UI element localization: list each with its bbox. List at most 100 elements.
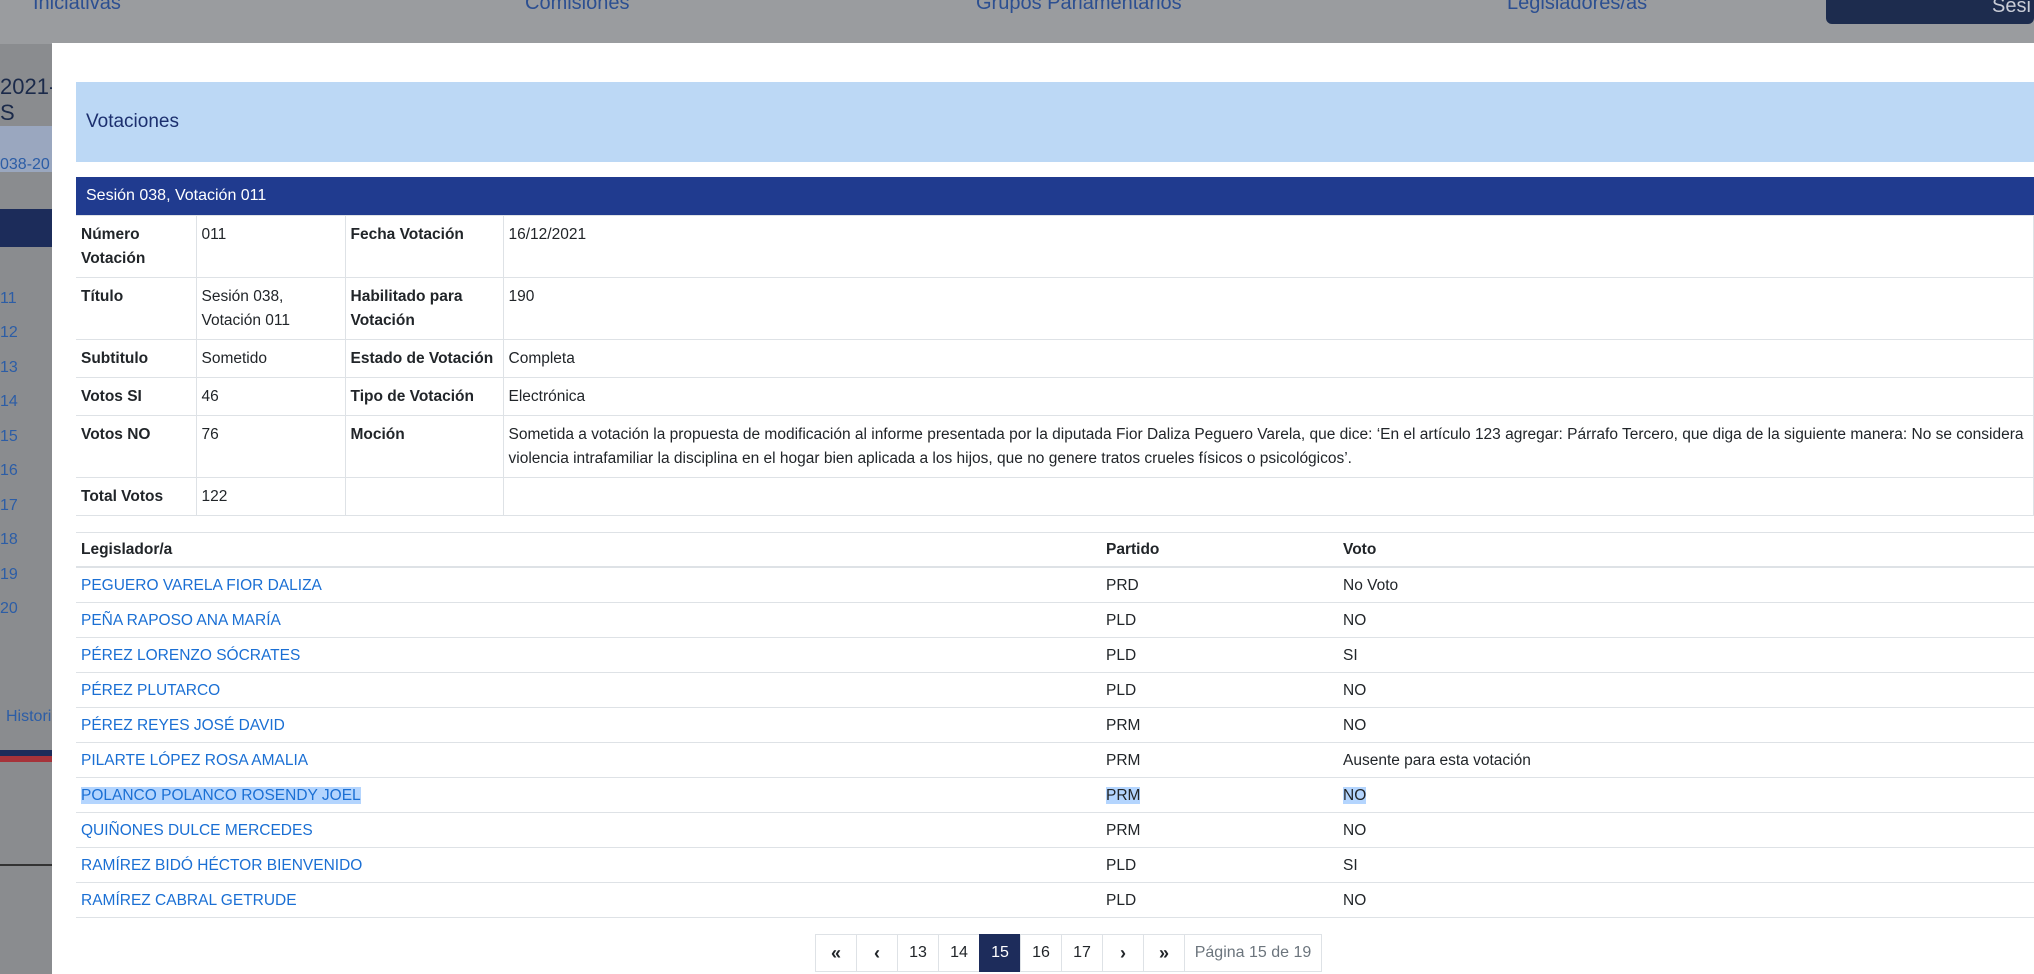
last-page-button[interactable]: » <box>1143 934 1185 972</box>
party-cell: PRD <box>1101 567 1338 603</box>
page-info: Página 15 de 19 <box>1184 934 1322 972</box>
next-page-button[interactable]: › <box>1102 934 1144 972</box>
legislator-link[interactable]: RAMÍREZ CABRAL GETRUDE <box>81 892 297 909</box>
double-chevron-right-icon: » <box>1158 942 1169 963</box>
table-row: PÉREZ LORENZO SÓCRATES PLD SI <box>76 637 2034 673</box>
first-page-button[interactable]: « <box>815 934 857 972</box>
pagination: « ‹ 13 14 15 16 17 › » Página 15 de 19 <box>815 934 1322 972</box>
chevron-left-icon: ‹ <box>874 942 880 963</box>
legislator-link[interactable]: PEGUERO VARELA FIOR DALIZA <box>81 577 322 594</box>
vote-cell: NO <box>1338 812 2034 848</box>
background-dark-band <box>0 209 52 247</box>
background-divider-red <box>0 756 52 762</box>
chevron-right-icon: › <box>1120 942 1126 963</box>
table-row: PILARTE LÓPEZ ROSA AMALIA PRM Ausente pa… <box>76 742 2034 778</box>
column-header-partido: Partido <box>1101 532 1338 568</box>
table-row: QUIÑONES DULCE MERCEDES PRM NO <box>76 812 2034 848</box>
estado-value: Completa <box>502 339 2034 378</box>
background-number: 17 <box>0 497 18 514</box>
page-button[interactable]: 14 <box>938 934 980 972</box>
session-title-bar: Sesión 038, Votación 011 <box>76 177 2034 215</box>
page-button[interactable]: 17 <box>1061 934 1103 972</box>
column-header-legislador: Legislador/a <box>76 532 1101 568</box>
background-number: 15 <box>0 428 18 445</box>
background-number: 13 <box>0 359 18 376</box>
previous-page-button[interactable]: ‹ <box>856 934 898 972</box>
party-cell: PLD <box>1101 602 1338 638</box>
party-cell: PRM <box>1106 787 1141 804</box>
nav-sesiones-button: Sesi <box>1826 0 2034 24</box>
table-row: POLANCO POLANCO ROSENDY JOEL PRM NO <box>76 777 2034 813</box>
background-left-panel: 2021-S 038-20 11 12 13 14 15 16 17 18 19… <box>0 44 56 974</box>
info-row: Votos SI 46 Tipo de Votación Electrónica <box>76 377 2034 416</box>
legislator-link[interactable]: PEÑA RAPOSO ANA MARÍA <box>81 612 281 629</box>
page-button[interactable]: 16 <box>1020 934 1062 972</box>
page-button[interactable]: 13 <box>897 934 939 972</box>
party-cell: PLD <box>1101 847 1338 883</box>
vote-cell: NO <box>1338 672 2034 708</box>
table-row: RAMÍREZ CABRAL GETRUDE PLD NO <box>76 882 2034 918</box>
nav-comisiones: Comisiones <box>525 0 630 14</box>
votos-si-value: 46 <box>195 377 346 416</box>
page-button-active[interactable]: 15 <box>979 934 1021 972</box>
double-chevron-left-icon: « <box>830 942 841 963</box>
votos-no-label: Votos NO <box>76 415 197 478</box>
info-row: Título Sesión 038, Votación 011 Habilita… <box>76 277 2034 340</box>
numero-label: Número Votación <box>76 215 197 278</box>
fecha-value: 16/12/2021 <box>502 215 2034 278</box>
vote-cell: NO <box>1343 787 1367 804</box>
legislator-link[interactable]: POLANCO POLANCO ROSENDY JOEL <box>81 787 361 804</box>
background-top-nav: Iniciativas Comisiones Grupos Parlamenta… <box>0 0 2034 44</box>
party-cell: PRM <box>1101 707 1338 743</box>
info-row: Votos NO 76 Moción Sometida a votación l… <box>76 415 2034 478</box>
table-row: RAMÍREZ BIDÓ HÉCTOR BIENVENIDO PLD SI <box>76 847 2034 883</box>
vote-cell: NO <box>1338 882 2034 918</box>
nav-grupos-parlamentarios: Grupos Parlamentarios <box>976 0 1182 14</box>
vote-cell: SI <box>1338 637 2034 673</box>
background-line <box>0 864 52 866</box>
legislator-link[interactable]: PÉREZ LORENZO SÓCRATES <box>81 647 300 664</box>
table-row: PÉREZ PLUTARCO PLD NO <box>76 672 2034 708</box>
total-label: Total Votos <box>76 477 197 516</box>
legislator-link[interactable]: QUIÑONES DULCE MERCEDES <box>81 822 313 839</box>
subtitulo-value: Sometido <box>195 339 346 378</box>
party-cell: PLD <box>1101 672 1338 708</box>
habilitado-label: Habilitado para Votación <box>344 277 504 340</box>
background-number: 12 <box>0 324 18 341</box>
background-session-link: 038-20 <box>0 156 50 173</box>
background-number: 16 <box>0 462 18 479</box>
subtitulo-label: Subtitulo <box>76 339 197 378</box>
background-number: 18 <box>0 531 18 548</box>
estado-label: Estado de Votación <box>344 339 504 378</box>
titulo-value: Sesión 038, Votación 011 <box>195 277 346 340</box>
legislator-link[interactable]: PÉREZ PLUTARCO <box>81 682 220 699</box>
nav-iniciativas: Iniciativas <box>33 0 121 14</box>
vote-cell: SI <box>1338 847 2034 883</box>
table-row: PEÑA RAPOSO ANA MARÍA PLD NO <box>76 602 2034 638</box>
table-row: PÉREZ REYES JOSÉ DAVID PRM NO <box>76 707 2034 743</box>
party-cell: PRM <box>1101 742 1338 778</box>
total-value: 122 <box>195 477 346 516</box>
party-cell: PLD <box>1101 637 1338 673</box>
background-number: 11 <box>0 290 17 307</box>
background-historial-link: Histori <box>6 708 52 725</box>
votaciones-header: Votaciones <box>76 82 2034 162</box>
background-number: 14 <box>0 393 18 410</box>
background-number: 20 <box>0 600 18 617</box>
legislator-link[interactable]: RAMÍREZ BIDÓ HÉCTOR BIENVENIDO <box>81 857 362 874</box>
background-period-label: 2021-S <box>0 74 57 125</box>
party-cell: PRM <box>1101 812 1338 848</box>
session-title: Sesión 038, Votación 011 <box>86 187 267 204</box>
mocion-value: Sometida a votación la propuesta de modi… <box>502 415 2034 478</box>
fecha-label: Fecha Votación <box>344 215 504 278</box>
background-number: 19 <box>0 566 18 583</box>
legislators-vote-table: Legislador/a Partido Voto PEGUERO VARELA… <box>76 532 2034 918</box>
habilitado-value: 190 <box>502 277 2034 340</box>
votos-si-label: Votos SI <box>76 377 197 416</box>
vote-info-table: Número Votación 011 Fecha Votación 16/12… <box>76 215 2034 516</box>
table-header-row: Legislador/a Partido Voto <box>76 532 2034 568</box>
legislator-link[interactable]: PÉREZ REYES JOSÉ DAVID <box>81 717 285 734</box>
vote-cell: NO <box>1338 602 2034 638</box>
legislator-link[interactable]: PILARTE LÓPEZ ROSA AMALIA <box>81 752 308 769</box>
modal-title: Votaciones <box>86 111 179 132</box>
